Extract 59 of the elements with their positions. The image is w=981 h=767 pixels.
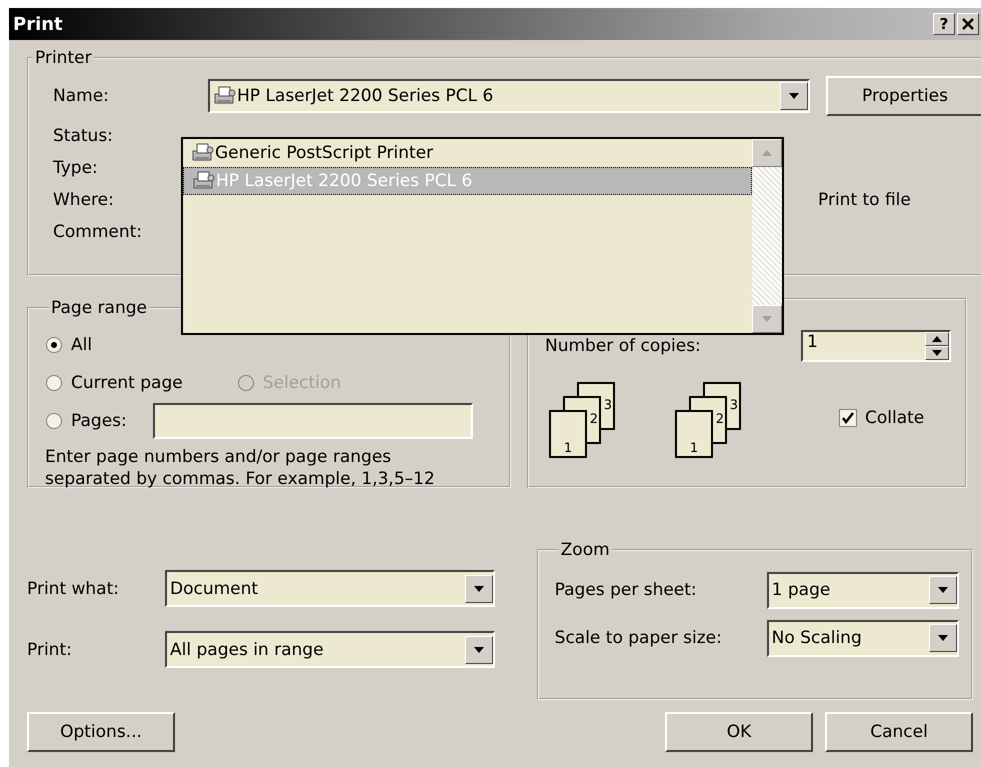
cancel-button[interactable]: Cancel bbox=[825, 712, 973, 752]
field-label: Print what: bbox=[27, 578, 120, 598]
up-arrow-icon bbox=[931, 335, 943, 343]
down-arrow-icon bbox=[473, 584, 485, 592]
collate-checkbox[interactable]: Collate bbox=[839, 408, 924, 428]
down-arrow-icon bbox=[761, 315, 773, 323]
spin-up-button[interactable] bbox=[925, 332, 949, 346]
list-item[interactable]: Generic PostScript Printer bbox=[183, 139, 752, 167]
printer-icon bbox=[192, 170, 216, 192]
dropdown[interactable]: 1 page bbox=[766, 572, 959, 608]
field-label: Number of copies: bbox=[545, 336, 701, 356]
close-icon bbox=[961, 17, 975, 31]
page-sheet: 1 bbox=[549, 410, 587, 458]
dropdown-arrow-button[interactable] bbox=[780, 82, 808, 110]
field-label: Status: bbox=[53, 126, 114, 146]
hint-text: Enter page numbers and/or page ranges separated by commas. For example, 1,3,5–12 bbox=[45, 446, 436, 490]
field-label: Scale to paper size: bbox=[554, 628, 723, 648]
dropdown-arrow-button[interactable] bbox=[928, 624, 957, 652]
radio-option[interactable]: Pages: bbox=[45, 402, 127, 440]
spin-down-button[interactable] bbox=[925, 346, 949, 360]
printer-combo[interactable]: HP LaserJet 2200 Series PCL 6 bbox=[208, 79, 810, 113]
ok-button[interactable]: OK bbox=[665, 712, 813, 752]
scroll-up-button[interactable] bbox=[752, 139, 782, 167]
down-arrow-icon bbox=[936, 634, 949, 642]
dropdown[interactable]: All pages in range bbox=[165, 631, 495, 668]
properties-button[interactable]: Properties bbox=[826, 76, 981, 116]
input-field[interactable] bbox=[152, 403, 473, 439]
close-button[interactable] bbox=[957, 13, 979, 35]
dropdown[interactable]: No Scaling bbox=[766, 620, 959, 656]
checkbox-label[interactable]: Print to file bbox=[810, 190, 981, 210]
field-label: Name: bbox=[53, 86, 110, 106]
down-arrow-icon bbox=[788, 92, 800, 100]
field-label: Where: bbox=[53, 190, 115, 210]
down-arrow-icon bbox=[931, 349, 943, 357]
group-label: Zoom bbox=[560, 540, 611, 560]
copies-spinner[interactable]: 1 bbox=[801, 330, 951, 362]
field-label: Pages per sheet: bbox=[554, 580, 698, 600]
options-button[interactable]: Options... bbox=[27, 712, 175, 752]
group-label: Page range bbox=[50, 298, 148, 318]
dropdown-arrow-button[interactable] bbox=[928, 576, 957, 604]
down-arrow-icon bbox=[473, 646, 485, 654]
field-label: Type: bbox=[53, 158, 99, 178]
window-title: Print bbox=[13, 14, 64, 34]
field-label: Print: bbox=[27, 640, 73, 660]
dropdown-arrow-button[interactable] bbox=[465, 574, 493, 602]
field-label: Comment: bbox=[53, 222, 144, 242]
printer-icon bbox=[213, 85, 237, 107]
down-arrow-icon bbox=[936, 586, 949, 594]
group-label: Printer bbox=[34, 48, 93, 68]
up-arrow-icon bbox=[761, 149, 773, 157]
radio-option[interactable]: Current page bbox=[45, 364, 183, 402]
page-sheet: 1 bbox=[675, 410, 713, 458]
dropdown-arrow-button[interactable] bbox=[465, 636, 493, 664]
scrollbar[interactable] bbox=[752, 139, 782, 333]
help-button[interactable]: ? bbox=[933, 13, 955, 35]
scroll-down-button[interactable] bbox=[752, 305, 782, 333]
printer-icon bbox=[191, 142, 215, 164]
dropdown[interactable]: Document bbox=[165, 570, 495, 607]
radio-option[interactable]: All bbox=[45, 326, 509, 364]
